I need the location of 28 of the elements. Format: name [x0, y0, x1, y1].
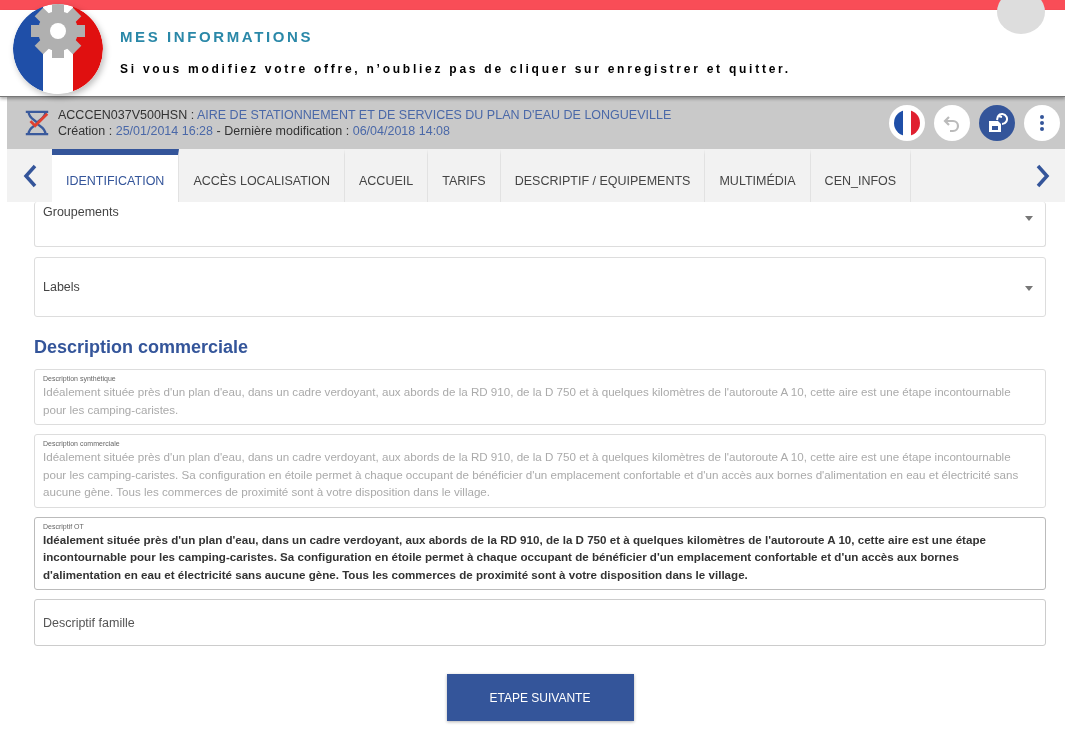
- modified-date: 06/04/2018 14:08: [352, 124, 451, 138]
- section-heading: Description commerciale: [34, 337, 250, 358]
- flag-icon: [894, 110, 920, 136]
- modified-label: Dernière modification :: [224, 124, 350, 138]
- chevron-right-icon: [1035, 163, 1050, 188]
- caret-icon: [1025, 286, 1033, 291]
- caret-icon: [1025, 216, 1033, 221]
- creation-date: 25/01/2014 16:28: [115, 124, 213, 138]
- record-code: ACCCEN037V500HSN :: [58, 108, 195, 122]
- select-field[interactable]: Labels: [34, 257, 1046, 317]
- flag-button[interactable]: [889, 105, 925, 141]
- gear-logo-icon: [13, 4, 103, 94]
- more-icon: [1039, 114, 1045, 132]
- hourglass-check-icon: [23, 109, 51, 137]
- select-field[interactable]: Groupements: [34, 202, 1046, 247]
- input-field[interactable]: Descriptif famille: [34, 599, 1046, 646]
- separator-text: -: [216, 124, 221, 138]
- page-title: MES INFORMATIONS: [120, 28, 314, 45]
- chevron-left-icon: [22, 163, 37, 188]
- tab[interactable]: IDENTIFICATION: [52, 149, 180, 202]
- creation-label: Création :: [58, 124, 113, 138]
- undo-icon: [942, 113, 962, 133]
- more-button[interactable]: [1024, 105, 1060, 141]
- save-icon: [986, 112, 1008, 134]
- save-button[interactable]: [979, 105, 1015, 141]
- notice-text: Si vous modifiez votre offre, n’oubliez pas de cliquer sur enregistrer et quitter.: [120, 62, 791, 76]
- next-step-button[interactable]: ETAPE SUIVANTE: [446, 674, 634, 721]
- record-name: AIRE DE STATIONNEMENT ET DE SERVICES DU PLAN D'EAU DE LONGUEVILLE: [196, 108, 672, 122]
